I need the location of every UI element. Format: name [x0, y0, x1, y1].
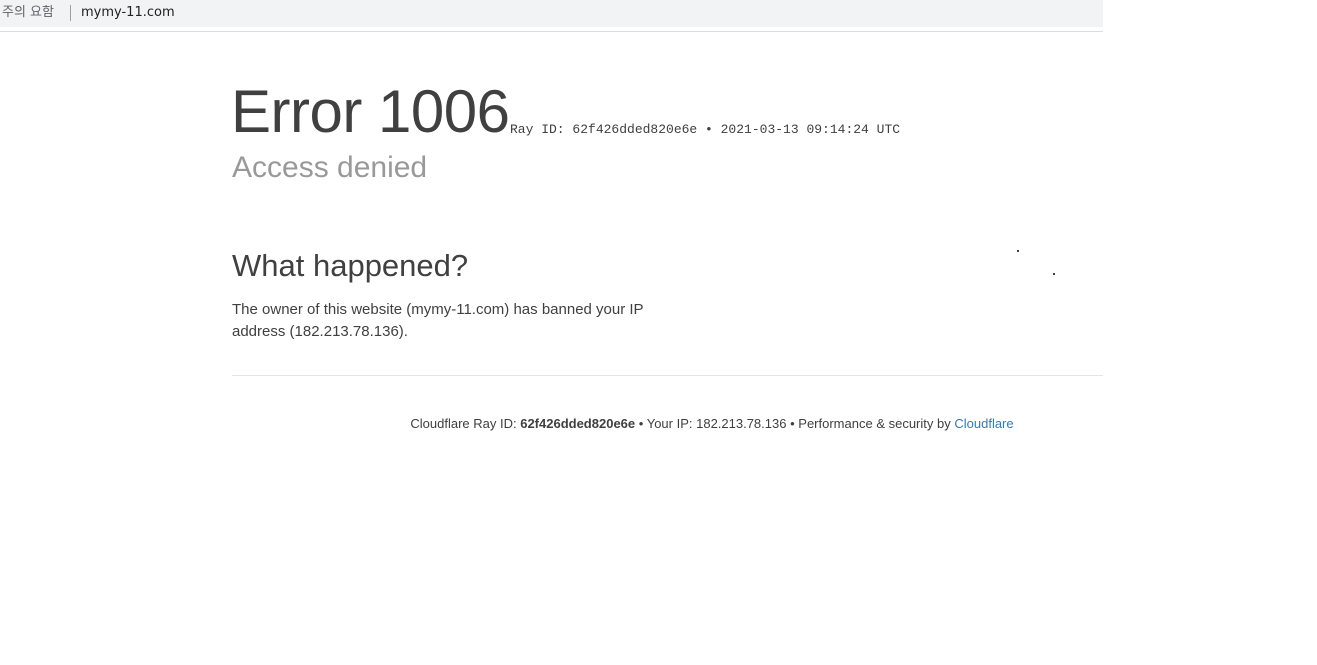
address-bar-divider [0, 31, 1103, 32]
footer: Cloudflare Ray ID: 62f426dded820e6e • Yo… [232, 416, 1192, 431]
error-subtitle: Access denied [232, 151, 428, 184]
security-warning-label[interactable]: 주의 요함 [2, 4, 54, 22]
what-happened-heading: What happened? [232, 248, 469, 283]
address-bar[interactable]: 주의 요함 mymy-11.com [0, 0, 1103, 28]
stray-dot [1017, 250, 1019, 252]
footer-divider [232, 375, 1103, 376]
address-separator [70, 5, 71, 21]
footer-bullet: • [638, 416, 644, 431]
what-happened-body: The owner of this website (mymy-11.com) … [232, 301, 644, 340]
ray-id-meta: Ray ID: 62f426dded820e6e • 2021-03-13 09… [510, 122, 901, 137]
footer-ip: Your IP: 182.213.78.136 [646, 416, 787, 431]
footer-ray-prefix: Cloudflare Ray ID: [410, 416, 517, 431]
cloudflare-link[interactable]: Cloudflare [954, 416, 1013, 431]
footer-ray-id: 62f426dded820e6e [520, 416, 636, 431]
footer-bullet: • [790, 416, 795, 431]
footer-performance-text: Performance & security by [798, 416, 951, 431]
stray-dot [1053, 273, 1055, 275]
error-title: Error 1006 [231, 78, 510, 145]
url-text[interactable]: mymy-11.com [81, 4, 175, 22]
